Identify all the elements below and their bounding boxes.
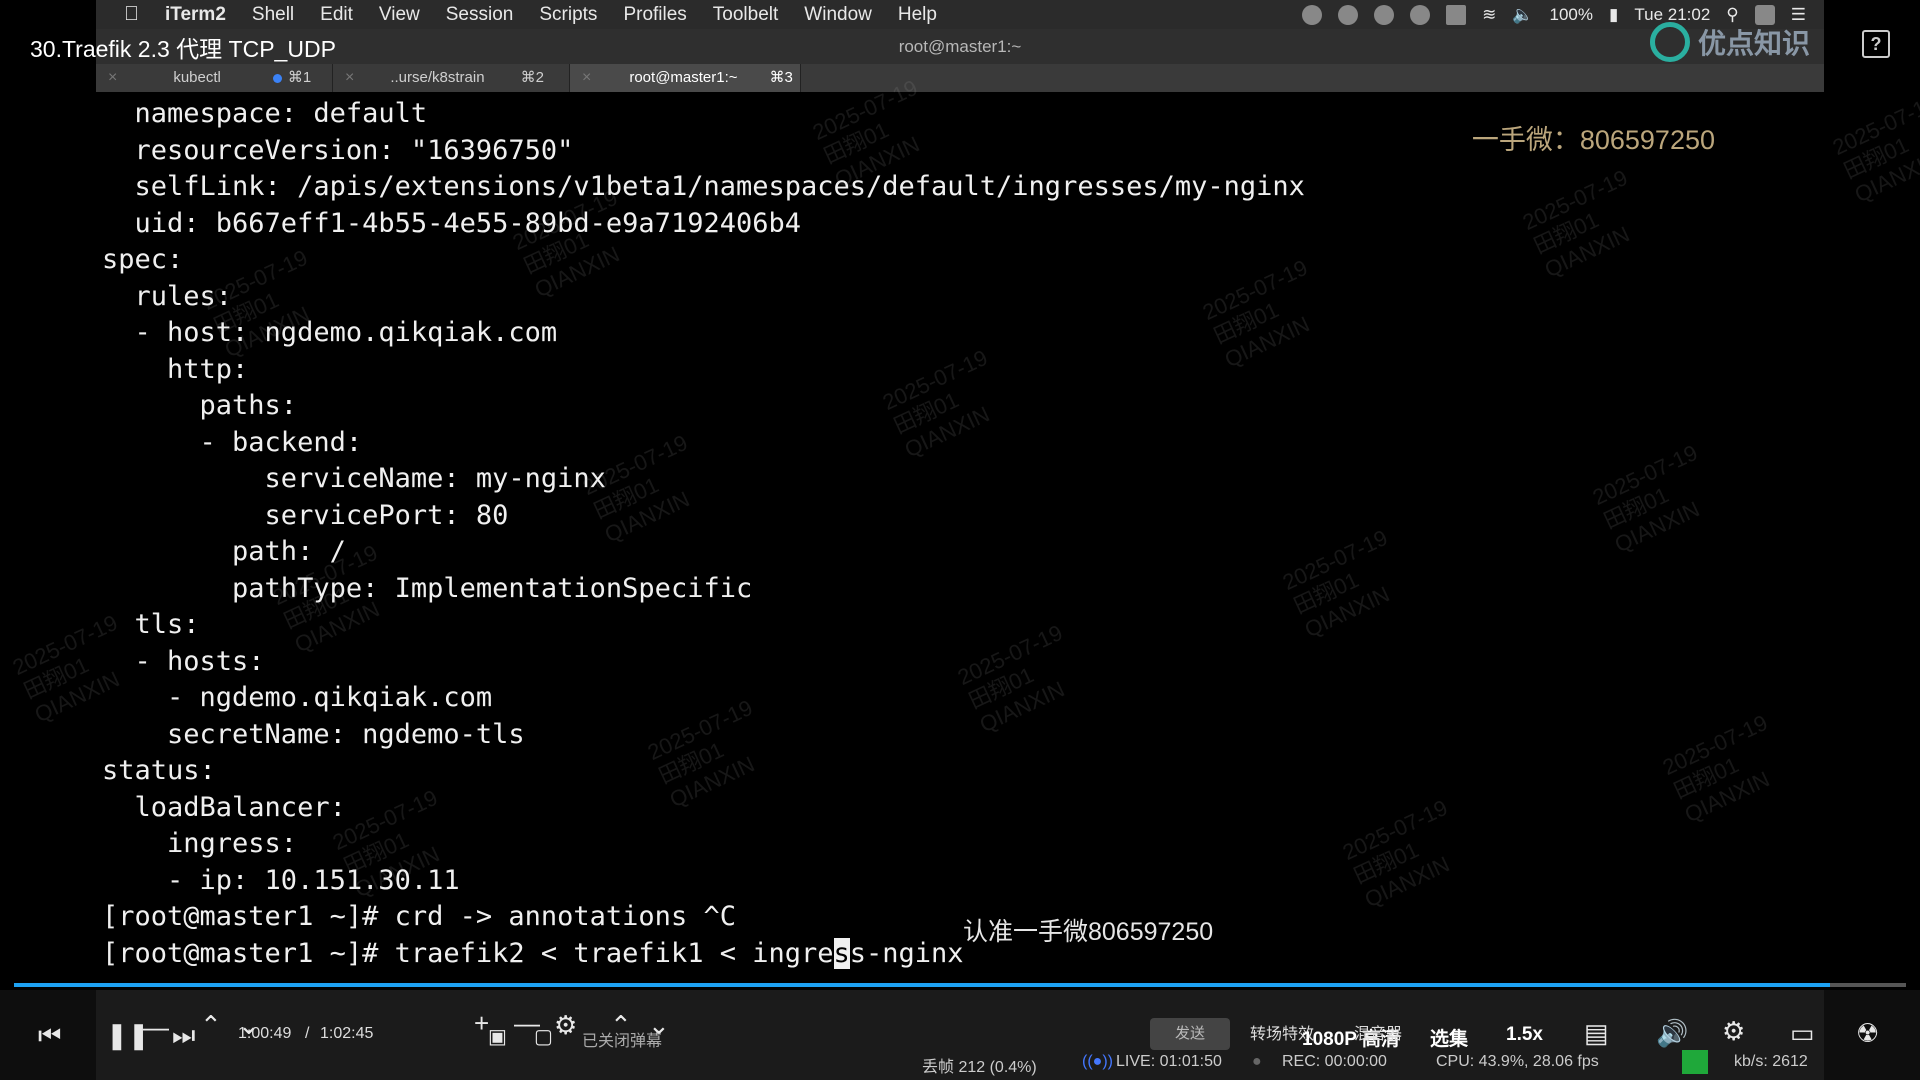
- close-icon[interactable]: ×: [345, 64, 354, 92]
- gear-icon[interactable]: ⚙: [1722, 1016, 1745, 1047]
- danmaku-settings-icon[interactable]: ▣: [488, 1024, 507, 1049]
- close-icon[interactable]: ×: [108, 64, 117, 92]
- gear-icon[interactable]: ⚙: [554, 1010, 577, 1041]
- tab-shortcut: ⌘3: [769, 69, 793, 86]
- terminal-line: servicePort: 80: [102, 499, 509, 531]
- tray-app-icon[interactable]: [1302, 4, 1323, 25]
- subtitle-off-icon[interactable]: ▤: [1584, 1018, 1609, 1049]
- contact-overlay-top: 一手微：806597250: [1471, 125, 1715, 155]
- terminal-line: status:: [102, 755, 216, 786]
- terminal-current-line[interactable]: [root@master1 ~]# traefik2 < traefik1 < …: [96, 936, 1824, 973]
- live-icon: ((●)): [1082, 1053, 1113, 1070]
- shield-icon[interactable]: [1374, 4, 1395, 25]
- terminal-line: - host: ngdemo.qikqiak.com: [102, 317, 558, 348]
- add-icon[interactable]: +: [474, 1008, 489, 1039]
- wifi-icon[interactable]: ≋: [1482, 5, 1496, 25]
- menu-view[interactable]: View: [379, 4, 420, 26]
- menu-app-name[interactable]: iTerm2: [165, 4, 226, 26]
- rec-time: REC: 00:00:00: [1282, 1053, 1387, 1070]
- picture-in-picture-icon[interactable]: ▭: [1790, 1018, 1815, 1049]
- time-separator: /: [305, 1025, 310, 1042]
- prompt-text: [root@master1 ~]# traefik2 < traefik1 < …: [102, 937, 834, 969]
- tab-shortcut: ⌘1: [287, 69, 312, 86]
- memory-icon[interactable]: [1446, 4, 1467, 25]
- danmaku-status: 已关闭弹幕: [582, 1033, 663, 1050]
- rec-dot-icon: ●: [1252, 1053, 1262, 1070]
- video-title: 30.Traefik 2.3 代理 TCP_UDP: [30, 36, 336, 62]
- tray-app-icon[interactable]: [1338, 4, 1359, 25]
- brand-ring-icon: [1649, 22, 1690, 62]
- tab-shortcut: ⌘2: [520, 69, 544, 86]
- chevron-up-icon[interactable]: ⌃: [200, 1010, 222, 1041]
- terminal-line: [root@master1 ~]# crd -> annotations ^C: [102, 901, 736, 932]
- tab-kubectl[interactable]: × kubectl ⌘1: [96, 64, 333, 92]
- menu-edit[interactable]: Edit: [320, 4, 353, 26]
- terminal-cursor: s: [833, 937, 850, 969]
- terminal-line: serviceName: my-nginx: [102, 463, 606, 494]
- tab-k8strain[interactable]: × ..urse/k8strain ⌘2: [333, 64, 570, 92]
- danmaku-toggle-icon[interactable]: ▢: [534, 1024, 553, 1049]
- radiation-icon[interactable]: ☢: [1856, 1018, 1879, 1049]
- cpu-stats: CPU: 43.9%, 28.06 fps: [1436, 1053, 1599, 1070]
- window-title: root@master1:~: [898, 37, 1022, 56]
- terminal-line: secretName: ngdemo-tls: [102, 718, 525, 750]
- previous-icon[interactable]: ⏮: [38, 1020, 61, 1052]
- tab-label: ..urse/k8strain: [390, 69, 485, 86]
- battery-percent: 100%: [1549, 4, 1593, 24]
- current-time: 1:00:49: [238, 1025, 292, 1042]
- dropped-frames: 丢帧 212 (0.4%): [922, 1059, 1037, 1076]
- activity-dot-icon: [272, 73, 282, 83]
- progress-fill: [14, 983, 1831, 987]
- window-title-bar: root@master1:~: [96, 29, 1824, 64]
- macos-menu-bar:  iTerm2 Shell Edit View Session Scripts…: [96, 0, 1824, 29]
- status-indicator: [1682, 1050, 1708, 1074]
- duration: 1:02:45: [320, 1025, 374, 1042]
- menu-scripts[interactable]: Scripts: [539, 4, 597, 26]
- bitrate: kb/s: 2612: [1734, 1053, 1808, 1070]
- help-icon[interactable]: ?: [1862, 30, 1890, 58]
- menu-shell[interactable]: Shell: [252, 4, 294, 26]
- tab-bar: × kubectl ⌘1 × ..urse/k8strain ⌘2 × root…: [96, 64, 1824, 92]
- episodes-button[interactable]: 选集: [1430, 1024, 1468, 1051]
- battery-icon[interactable]: ▮: [1609, 5, 1618, 25]
- prompt-text: s-nginx: [849, 937, 964, 969]
- volume-icon[interactable]: 🔊: [1656, 1018, 1688, 1049]
- brand-name: 优点知识: [1697, 28, 1810, 59]
- tab-label: root@master1:~: [629, 69, 738, 86]
- brand-logo: 优点知识: [1649, 22, 1810, 62]
- tab-root-master1[interactable]: × root@master1:~ ⌘3: [570, 64, 801, 92]
- terminal-line: - ngdemo.qikqiak.com: [102, 682, 493, 713]
- live-time: LIVE: 01:01:50: [1116, 1053, 1222, 1070]
- menu-toolbelt[interactable]: Toolbelt: [713, 4, 779, 26]
- speed-button[interactable]: 1.5x: [1506, 1024, 1543, 1046]
- next-icon[interactable]: ⏭: [172, 1020, 195, 1052]
- menu-profiles[interactable]: Profiles: [623, 4, 686, 26]
- watermark: 2025-07-19 田翔01 QIANXIN: [1828, 89, 1920, 208]
- volume-icon[interactable]: 🔈: [1512, 5, 1533, 25]
- send-button[interactable]: 发送: [1150, 1018, 1230, 1050]
- close-icon[interactable]: ×: [582, 64, 591, 92]
- minus-icon[interactable]: —: [143, 1012, 169, 1043]
- apple-icon[interactable]: : [124, 3, 139, 26]
- tab-label: kubectl: [173, 69, 221, 86]
- contact-overlay-bottom: 认准一手微806597250: [963, 918, 1214, 946]
- terminal-line: rules:: [102, 280, 233, 312]
- cloud-icon[interactable]: [1410, 4, 1431, 25]
- menu-session[interactable]: Session: [446, 4, 514, 26]
- menu-help[interactable]: Help: [898, 4, 937, 26]
- menu-window[interactable]: Window: [804, 4, 872, 26]
- mixer-button[interactable]: 混音器: [1354, 1020, 1402, 1044]
